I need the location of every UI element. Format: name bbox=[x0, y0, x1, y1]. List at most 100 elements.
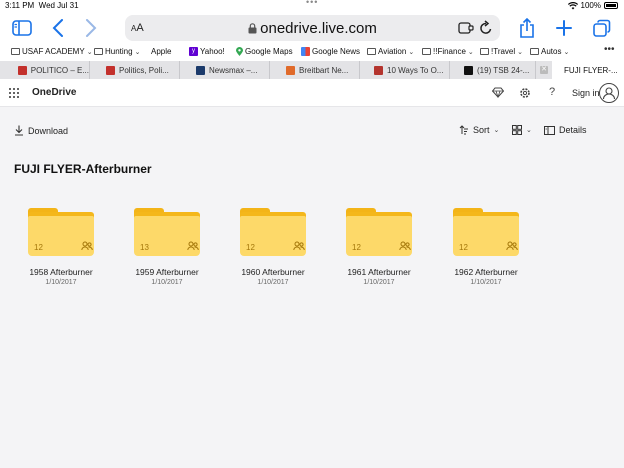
folder-icon bbox=[94, 48, 103, 55]
onedrive-brand[interactable]: OneDrive bbox=[32, 87, 76, 98]
folder-name[interactable]: 1961 Afterburner bbox=[334, 267, 424, 277]
folder-icon bbox=[11, 48, 20, 55]
folder-date: 1/10/2017 bbox=[470, 279, 502, 286]
settings-gear-icon[interactable] bbox=[519, 87, 531, 99]
sort-button[interactable]: Sort ⌄ bbox=[459, 125, 499, 135]
reload-icon[interactable] bbox=[479, 20, 493, 36]
bookmark-autos[interactable]: Autos ⌄ bbox=[530, 47, 569, 56]
forward-icon[interactable] bbox=[79, 16, 103, 40]
folder-item-count: 13 bbox=[140, 243, 149, 252]
tab-10-ways[interactable]: 10 Ways To O... bbox=[360, 61, 450, 79]
folder-name[interactable]: 1960 Afterburner bbox=[228, 267, 318, 277]
account-avatar-icon[interactable] bbox=[599, 83, 619, 103]
folder-icon bbox=[480, 48, 489, 55]
sort-icon bbox=[459, 125, 468, 135]
folder-tile-4[interactable]: 12 1962 Afterburner 1/10/2017 bbox=[441, 208, 531, 290]
extension-icon[interactable] bbox=[458, 21, 474, 35]
status-bar: 3:11 PM Wed Jul 31 ••• 100% bbox=[0, 0, 624, 12]
bookmark-travel[interactable]: !Travel ⌄ bbox=[480, 47, 523, 56]
bookmark-google-news[interactable]: Google News bbox=[301, 47, 360, 56]
multitask-dots[interactable]: ••• bbox=[306, 0, 318, 7]
folder-icon bbox=[367, 48, 376, 55]
yahoo-icon: y bbox=[189, 47, 198, 56]
folder-tile-3[interactable]: 12 1961 Afterburner 1/10/2017 bbox=[334, 208, 424, 290]
folder-item-count: 12 bbox=[34, 243, 43, 252]
folder-date: 1/10/2017 bbox=[257, 279, 289, 286]
folder-item-count: 12 bbox=[459, 243, 468, 252]
tab-politics[interactable]: Politics, Poli... bbox=[90, 61, 180, 79]
command-bar: Download Sort ⌄ ⌄ Details bbox=[0, 120, 624, 142]
page-title: FUJI FLYER-Afterburner bbox=[14, 162, 152, 176]
folder-icon: 12 bbox=[240, 208, 306, 256]
bookmark-aviation[interactable]: Aviation ⌄ bbox=[367, 47, 414, 56]
folder-date: 1/10/2017 bbox=[151, 279, 183, 286]
chevron-down-icon: ⌄ bbox=[86, 48, 93, 56]
folder-name[interactable]: 1962 Afterburner bbox=[441, 267, 531, 277]
article-favicon bbox=[374, 65, 383, 75]
shared-people-icon bbox=[81, 241, 93, 251]
url-field[interactable]: onedrive.live.com bbox=[125, 20, 500, 37]
video-favicon bbox=[464, 65, 473, 75]
shared-people-icon bbox=[506, 241, 518, 251]
tab-politico[interactable]: POLITICO – E... bbox=[0, 61, 90, 79]
status-right: 100% bbox=[567, 1, 618, 10]
address-bar[interactable]: AA onedrive.live.com bbox=[125, 15, 500, 41]
tabs-icon[interactable] bbox=[590, 16, 614, 40]
tab-fuji-flyer-active[interactable]: FUJI FLYER-... bbox=[552, 61, 624, 79]
chevron-down-icon: ⌄ bbox=[134, 48, 141, 56]
browser-toolbar: AA onedrive.live.com bbox=[0, 12, 624, 44]
folder-tile-1[interactable]: 13 1959 Afterburner 1/10/2017 bbox=[122, 208, 212, 290]
shared-people-icon bbox=[293, 241, 305, 251]
folder-date: 1/10/2017 bbox=[363, 279, 395, 286]
chevron-down-icon: ⌄ bbox=[493, 127, 500, 134]
folder-name[interactable]: 1959 Afterburner bbox=[122, 267, 212, 277]
new-tab-icon[interactable] bbox=[552, 16, 576, 40]
shared-people-icon bbox=[399, 241, 411, 251]
bookmark-finance[interactable]: !!Finance ⌄ bbox=[422, 47, 474, 56]
help-icon[interactable]: ? bbox=[549, 86, 555, 98]
chevron-down-icon: ⌄ bbox=[526, 127, 532, 134]
bookmark-usaf-academy[interactable]: USAF ACADEMY ⌄ bbox=[11, 47, 93, 56]
bookmarks-bar: USAF ACADEMY ⌄ Hunting ⌄ Apple y Yahoo! Goo… bbox=[0, 44, 624, 61]
folder-tile-2[interactable]: 12 1960 Afterburner 1/10/2017 bbox=[228, 208, 318, 290]
sign-in-link[interactable]: Sign in bbox=[572, 88, 600, 98]
bookmark-apple[interactable]: Apple bbox=[149, 47, 171, 56]
bookmark-hunting[interactable]: Hunting ⌄ bbox=[94, 47, 140, 56]
share-icon[interactable] bbox=[515, 16, 539, 40]
download-button[interactable]: Download bbox=[14, 125, 68, 136]
battery-icon bbox=[604, 2, 618, 9]
folder-icon: 13 bbox=[134, 208, 200, 256]
breitbart-favicon bbox=[286, 65, 295, 75]
tab-strip: POLITICO – E... Politics, Poli... Newsma… bbox=[0, 61, 624, 79]
back-icon[interactable] bbox=[46, 16, 70, 40]
diamond-premium-icon[interactable] bbox=[492, 87, 504, 98]
bookmark-yahoo[interactable]: y Yahoo! bbox=[189, 47, 225, 56]
shared-people-icon bbox=[187, 241, 199, 251]
folder-icon: 12 bbox=[453, 208, 519, 256]
close-tab-icon[interactable]: ✕ bbox=[540, 66, 548, 74]
folder-item-count: 12 bbox=[246, 243, 255, 252]
news-icon bbox=[301, 47, 310, 56]
bookmark-google-maps[interactable]: Google Maps bbox=[236, 47, 293, 56]
maps-pin-icon bbox=[236, 47, 243, 56]
url-text: onedrive.live.com bbox=[260, 20, 377, 37]
folder-icon: 12 bbox=[346, 208, 412, 256]
folder-name[interactable]: 1958 Afterburner bbox=[16, 267, 106, 277]
chevron-down-icon: ⌄ bbox=[408, 48, 415, 56]
status-time: 3:11 PM Wed Jul 31 bbox=[5, 1, 79, 10]
details-button[interactable]: Details bbox=[544, 125, 587, 135]
bookmarks-more-icon[interactable]: ••• bbox=[604, 44, 615, 55]
app-launcher-icon[interactable] bbox=[9, 88, 19, 98]
politico-favicon bbox=[18, 65, 27, 75]
chevron-down-icon: ⌄ bbox=[563, 48, 570, 56]
tab-newsmax[interactable]: Newsmax –... bbox=[180, 61, 270, 79]
sidebar-icon[interactable] bbox=[10, 16, 34, 40]
chevron-down-icon: ⌄ bbox=[467, 48, 474, 56]
battery-percent: 100% bbox=[580, 1, 601, 10]
tab-tsb[interactable]: (19) TSB 24-... bbox=[450, 61, 536, 79]
folder-date: 1/10/2017 bbox=[45, 279, 77, 286]
view-options-button[interactable]: ⌄ bbox=[512, 125, 532, 135]
tab-breitbart[interactable]: Breitbart Ne... bbox=[270, 61, 360, 79]
newsmax-favicon bbox=[196, 65, 205, 75]
folder-tile-0[interactable]: 12 1958 Afterburner 1/10/2017 bbox=[16, 208, 106, 290]
